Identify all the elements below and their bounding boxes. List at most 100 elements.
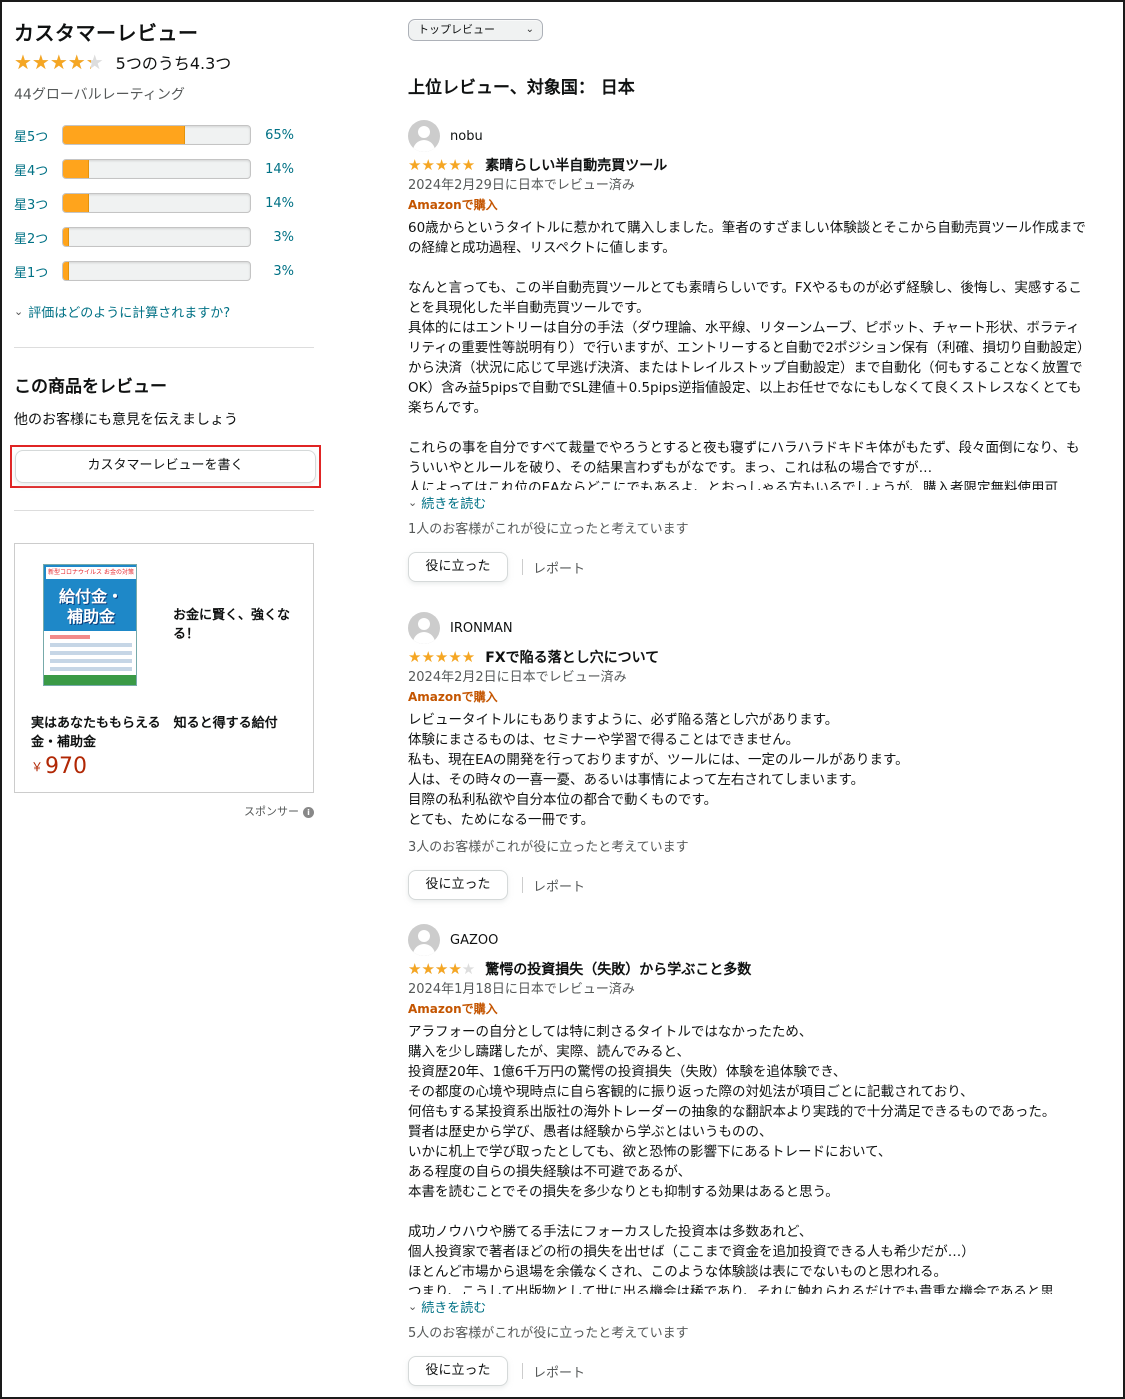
histogram-row-4[interactable]: 星4つ 14%	[14, 152, 314, 186]
divider	[14, 510, 314, 511]
histogram-label[interactable]: 星3つ	[14, 194, 62, 213]
rating-histogram: 星5つ 65% 星4つ 14% 星3つ 14% 星2つ 3% 星1つ 3%	[14, 118, 314, 288]
histogram-bar-fill	[63, 194, 90, 212]
histogram-bar[interactable]	[62, 159, 251, 179]
avatar-icon	[408, 924, 440, 956]
reviewer-name[interactable]: GAZOO	[450, 933, 498, 948]
read-more-text: 続きを読む	[421, 1300, 487, 1316]
price-value: 970	[45, 754, 88, 779]
currency-symbol: ￥	[31, 760, 44, 774]
divider	[14, 347, 314, 348]
global-ratings-count: 44グローバルレーティング	[14, 87, 185, 103]
histogram-bar[interactable]	[62, 193, 251, 213]
histogram-percent[interactable]: 14%	[251, 196, 294, 211]
sort-dropdown[interactable]: トップレビュー ⌄	[408, 19, 543, 41]
helpful-count: 3人のお客様がこれが役に立ったと考えています	[408, 840, 689, 855]
histogram-row-5[interactable]: 星5つ 65%	[14, 118, 314, 152]
review-item: GAZOO ★★★★★★★★★★ 驚愕の投資損失（失敗）から学ぶこと多数 202…	[408, 924, 1088, 1386]
product-image[interactable]: 新型コロナウイルス お金の対策 給付金・ 補助金	[43, 564, 137, 686]
ad-product-name[interactable]: 実はあなたももらえる 知ると得する給付金・補助金	[31, 714, 301, 752]
info-icon[interactable]: i	[303, 807, 314, 818]
read-more-text: 続きを読む	[421, 496, 487, 512]
verified-purchase-badge: Amazonで購入	[408, 690, 498, 704]
reviewer-name[interactable]: IRONMAN	[450, 621, 513, 636]
helpful-button[interactable]: 役に立った	[408, 870, 508, 900]
histogram-percent[interactable]: 3%	[251, 230, 294, 245]
histogram-percent[interactable]: 3%	[251, 264, 294, 279]
review-date: 2024年2月2日に日本でレビュー済み	[408, 670, 627, 685]
reviews-panel: トップレビュー ⌄ 上位レビュー、対象国： 日本 nobu ★★★★★ 素晴らし…	[408, 19, 1088, 1386]
report-link[interactable]: レポート	[533, 558, 585, 577]
divider	[522, 877, 523, 893]
ad-price: ￥ 970	[31, 754, 87, 779]
histogram-bar[interactable]	[62, 261, 251, 281]
cover-top-text: 新型コロナウイルス	[48, 569, 103, 576]
report-link[interactable]: レポート	[533, 876, 585, 895]
review-title[interactable]: FXで陥る落とし穴について	[485, 647, 659, 667]
histogram-label[interactable]: 星5つ	[14, 126, 62, 145]
average-rating-text: 5つのうち4.3つ	[115, 54, 232, 73]
read-more-link[interactable]: ⌄ 続きを読む	[408, 1296, 1088, 1316]
histogram-percent[interactable]: 14%	[251, 162, 294, 177]
sponsored-label[interactable]: スポンサー i	[14, 803, 314, 819]
histogram-row-2[interactable]: 星2つ 3%	[14, 220, 314, 254]
star-rating-icon[interactable]: ★★★★★	[408, 157, 475, 173]
histogram-bar-fill	[63, 126, 185, 144]
histogram-bar[interactable]	[62, 125, 251, 145]
page: カスタマーレビュー ★★★★★★★★★★ 5つのうち4.3つ 44グローバルレー…	[0, 0, 1125, 1399]
review-date: 2024年2月29日に日本でレビュー済み	[408, 178, 635, 193]
helpful-count: 5人のお客様がこれが役に立ったと考えています	[408, 1326, 689, 1341]
cover-title-line1: 給付金・	[58, 587, 123, 606]
sponsored-product-card[interactable]: 新型コロナウイルス お金の対策 給付金・ 補助金 お金に賢く、強くなる！ 実はあ…	[14, 543, 314, 793]
reviewer-name[interactable]: nobu	[450, 129, 483, 144]
helpful-button[interactable]: 役に立った	[408, 1356, 508, 1386]
chevron-down-icon: ⌄	[525, 24, 534, 35]
cover-top-accent: お金の対策	[103, 569, 134, 576]
star-rating-icon: ★★★★★★★★★★	[14, 50, 104, 74]
review-item: nobu ★★★★★ 素晴らしい半自動売買ツール 2024年2月29日に日本でレ…	[408, 120, 1088, 582]
review-body: 60歳からというタイトルに惹かれて購入しました。筆者のすざましい体験談とそこから…	[408, 220, 1086, 490]
histogram-percent[interactable]: 65%	[251, 128, 294, 143]
histogram-row-3[interactable]: 星3つ 14%	[14, 186, 314, 220]
review-body: アラフォーの自分としては特に刺さるタイトルではなかったため、 購入を少し躊躇した…	[408, 1024, 1056, 1294]
histogram-bar-fill	[63, 262, 69, 280]
review-this-product-subtitle: 他のお客様にも意見を伝えましょう	[14, 412, 238, 428]
histogram-bar-fill	[63, 160, 90, 178]
star-rating-icon[interactable]: ★★★★★	[408, 649, 475, 665]
chevron-down-icon: ⌄	[408, 495, 418, 509]
chevron-down-icon: ⌄	[408, 1299, 418, 1313]
how-ratings-calculated-link[interactable]: ⌄ 評価はどのように計算されますか?	[14, 302, 314, 321]
review-item: IRONMAN ★★★★★ FXで陥る落とし穴について 2024年2月2日に日本…	[408, 612, 1088, 900]
reviewer[interactable]: nobu	[408, 120, 1088, 152]
cover-title-line2: 補助金	[66, 607, 115, 626]
histogram-bar[interactable]	[62, 227, 251, 247]
divider	[522, 559, 523, 575]
verified-purchase-badge: Amazonで購入	[408, 198, 498, 212]
write-review-button[interactable]: カスタマーレビューを書く	[15, 450, 316, 483]
avatar-icon	[408, 120, 440, 152]
report-link[interactable]: レポート	[533, 1362, 585, 1381]
read-more-link[interactable]: ⌄ 続きを読む	[408, 492, 1088, 512]
star-rating-icon[interactable]: ★★★★★★★★★★	[408, 961, 475, 977]
avatar-icon	[408, 612, 440, 644]
histogram-bar-fill	[63, 228, 69, 246]
reviewer[interactable]: IRONMAN	[408, 612, 1088, 644]
histogram-label[interactable]: 星1つ	[14, 262, 62, 281]
sponsored-text: スポンサー	[244, 805, 299, 818]
ad-tagline[interactable]: お金に賢く、強くなる！	[173, 606, 301, 644]
top-reviews-heading: 上位レビュー、対象国： 日本	[408, 78, 635, 98]
helpful-button[interactable]: 役に立った	[408, 552, 508, 582]
histogram-label[interactable]: 星4つ	[14, 160, 62, 179]
review-title[interactable]: 素晴らしい半自動売買ツール	[485, 155, 667, 175]
verified-purchase-badge: Amazonで購入	[408, 1002, 498, 1016]
sort-dropdown-value: トップレビュー	[418, 23, 495, 36]
how-ratings-calculated-text: 評価はどのように計算されますか?	[28, 306, 231, 321]
histogram-row-1[interactable]: 星1つ 3%	[14, 254, 314, 288]
review-title[interactable]: 驚愕の投資損失（失敗）から学ぶこと多数	[485, 959, 751, 979]
review-this-product-title: この商品をレビュー	[14, 377, 167, 397]
average-rating[interactable]: ★★★★★★★★★★ 5つのうち4.3つ	[14, 50, 314, 74]
write-review-highlight: カスタマーレビューを書く	[10, 445, 321, 488]
reviewer[interactable]: GAZOO	[408, 924, 1088, 956]
histogram-label[interactable]: 星2つ	[14, 228, 62, 247]
review-date: 2024年1月18日に日本でレビュー済み	[408, 982, 635, 997]
